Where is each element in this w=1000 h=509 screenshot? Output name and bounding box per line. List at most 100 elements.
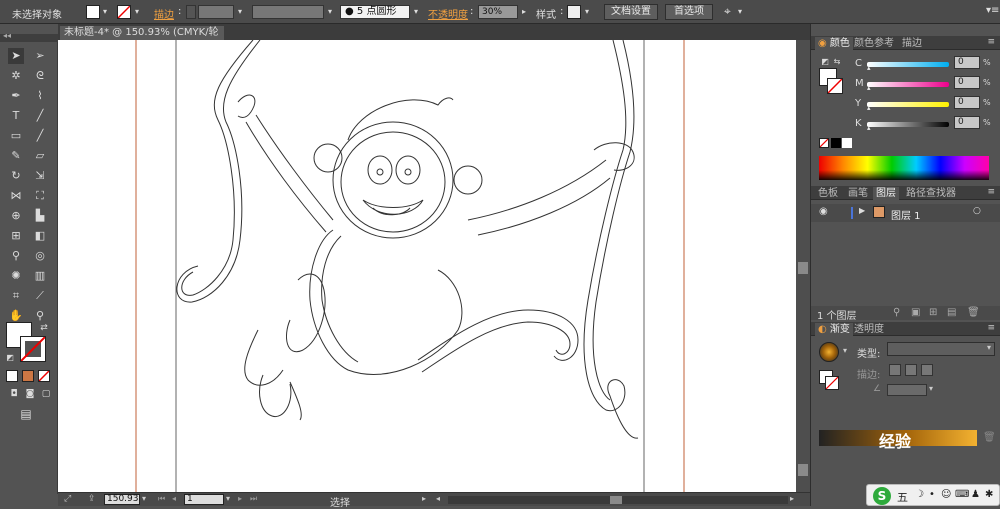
- opacity-caret[interactable]: ▸: [519, 5, 529, 19]
- blend-tool-icon[interactable]: ◎: [32, 248, 48, 264]
- color-mode-icon[interactable]: [6, 370, 18, 382]
- artboard-caret[interactable]: ▾: [226, 494, 230, 503]
- first-artboard-icon[interactable]: ⏮: [158, 494, 165, 504]
- visibility-eye-icon[interactable]: ◉: [819, 206, 828, 217]
- white-swatch[interactable]: [842, 138, 852, 148]
- stroke-dropdown-caret[interactable]: ▾: [132, 5, 142, 19]
- status-menu-caret[interactable]: ▸: [422, 494, 426, 503]
- tab-gradient[interactable]: ◐ 渐变: [815, 323, 853, 336]
- k-slider[interactable]: [867, 122, 949, 127]
- panel-menu-icon[interactable]: ▾≡: [986, 5, 999, 16]
- slice-tool-icon[interactable]: ⟋: [32, 288, 48, 304]
- canvas[interactable]: [58, 40, 796, 492]
- zoom-field[interactable]: 150.93: [104, 494, 140, 505]
- y-slider-thumb[interactable]: ▴: [867, 104, 871, 112]
- m-slider-thumb[interactable]: ▴: [867, 84, 871, 92]
- mesh-tool-icon[interactable]: ⊞: [8, 228, 24, 244]
- rotate-tool-icon[interactable]: ↻: [8, 168, 24, 184]
- swap-colors-icon[interactable]: ⇄: [36, 320, 52, 336]
- draw-normal-icon[interactable]: ◘: [6, 386, 22, 402]
- next-artboard-icon[interactable]: ▸: [238, 494, 242, 503]
- rectangle-tool-icon[interactable]: ▭: [8, 128, 24, 144]
- fill-dropdown-caret[interactable]: ▾: [100, 5, 110, 19]
- angle-field[interactable]: [887, 384, 927, 396]
- ime-mode[interactable]: 五: [897, 489, 908, 505]
- vertical-scroll-handle[interactable]: [798, 464, 808, 476]
- y-slider[interactable]: [867, 102, 949, 107]
- tab-transparency[interactable]: 透明度: [851, 323, 887, 336]
- symbol-sprayer-icon[interactable]: ✺: [8, 268, 24, 284]
- gradient-mode-icon[interactable]: [22, 370, 34, 382]
- gradient-preview[interactable]: [819, 342, 839, 362]
- share-icon[interactable]: ⇪: [88, 494, 96, 504]
- toolbox-header[interactable]: ◂◂: [0, 31, 58, 42]
- style-caret[interactable]: ▾: [582, 5, 592, 19]
- tab-color-guide[interactable]: 颜色参考: [851, 37, 897, 50]
- stroke-within-icon[interactable]: [889, 364, 901, 376]
- width-tool-icon[interactable]: ⋈: [8, 188, 24, 204]
- stroke-weight-caret[interactable]: ▾: [235, 5, 245, 19]
- brush-caret[interactable]: ▾: [411, 5, 421, 19]
- line-tool-icon[interactable]: ╱: [32, 108, 48, 124]
- tab-layers[interactable]: 图层: [873, 187, 899, 200]
- new-sublayer-icon[interactable]: ⊞: [929, 307, 937, 318]
- hscroll-right-icon[interactable]: ▸: [790, 494, 794, 503]
- layer-name[interactable]: 图层 1: [891, 207, 921, 222]
- gradient-panel-menu-icon[interactable]: ≡: [987, 323, 995, 333]
- stroke-label[interactable]: 描边: [154, 6, 174, 21]
- brush-definition[interactable]: ● 5 点圆形: [340, 5, 410, 19]
- ime-punct-icon[interactable]: •: [929, 489, 935, 500]
- column-graph-icon[interactable]: ▥: [32, 268, 48, 284]
- gradient-slider[interactable]: 经验: [819, 430, 977, 451]
- none-swatch[interactable]: [819, 138, 829, 148]
- ime-user-icon[interactable]: ♟: [971, 489, 980, 500]
- color-panel-menu-icon[interactable]: ≡: [987, 37, 995, 47]
- magic-wand-icon[interactable]: ✲: [8, 68, 24, 84]
- zoom-caret[interactable]: ▾: [142, 494, 146, 503]
- new-layer-icon[interactable]: ▤: [947, 307, 956, 318]
- gradient-type-select[interactable]: ▾: [887, 342, 995, 356]
- doc-setup-button[interactable]: 文档设置: [604, 4, 658, 20]
- draw-behind-icon[interactable]: ◙: [22, 386, 38, 402]
- gradient-preset-caret[interactable]: ▾: [843, 346, 847, 355]
- shape-builder-icon[interactable]: ⊕: [8, 208, 24, 224]
- layer-target-icon[interactable]: ○: [973, 206, 981, 216]
- m-slider[interactable]: [867, 82, 949, 87]
- stroke-along-icon[interactable]: [905, 364, 917, 376]
- angle-caret[interactable]: ▾: [929, 384, 933, 393]
- k-value-field[interactable]: 0: [954, 116, 980, 129]
- tab-swatches[interactable]: 色板: [815, 187, 841, 200]
- tab-stroke[interactable]: 描边: [899, 37, 925, 50]
- ime-moon-icon[interactable]: ☽: [915, 489, 924, 500]
- pencil-icon[interactable]: ✎: [8, 148, 24, 164]
- stroke-weight-stepper[interactable]: [186, 5, 196, 19]
- last-artboard-icon[interactable]: ⏭: [250, 494, 257, 504]
- clipping-mask-icon[interactable]: ▣: [911, 307, 920, 318]
- document-tab[interactable]: 未标题-4* @ 150.93% (CMYK/轮廓) ×: [60, 26, 224, 52]
- screen-mode-icon[interactable]: ▤: [18, 406, 34, 422]
- scale-tool-icon[interactable]: ⇲: [32, 168, 48, 184]
- profile-caret[interactable]: ▾: [325, 5, 335, 19]
- ime-emoji-icon[interactable]: ☺: [941, 489, 951, 500]
- variable-width-profile[interactable]: [252, 5, 324, 19]
- free-transform-icon[interactable]: ⛶: [32, 188, 48, 204]
- layer-row[interactable]: ◉ ▶ 图层 1 ○: [811, 204, 1000, 222]
- opacity-label[interactable]: 不透明度: [428, 6, 468, 21]
- none-mode-icon[interactable]: [38, 370, 50, 382]
- selection-tool-icon[interactable]: ➤: [8, 48, 24, 64]
- lasso-icon[interactable]: ᘓ: [32, 68, 48, 84]
- tab-brushes[interactable]: 画笔: [845, 187, 871, 200]
- prev-artboard-icon[interactable]: ◂: [172, 494, 176, 503]
- c-slider[interactable]: [867, 62, 949, 67]
- stroke-across-icon[interactable]: [921, 364, 933, 376]
- direct-selection-tool-icon[interactable]: ➢: [32, 48, 48, 64]
- c-value-field[interactable]: 0: [954, 56, 980, 69]
- gradient-stroke-box[interactable]: [825, 376, 839, 390]
- perspective-grid-icon[interactable]: ▙: [32, 208, 48, 224]
- fill-swatch[interactable]: [86, 5, 100, 19]
- opacity-field[interactable]: 30%: [478, 5, 518, 19]
- artboard-number-field[interactable]: 1: [184, 494, 224, 505]
- horizontal-scroll-thumb[interactable]: [610, 496, 622, 504]
- artboard-tool-icon[interactable]: ⌗: [8, 288, 24, 304]
- ime-skin-icon[interactable]: ✱: [985, 489, 993, 500]
